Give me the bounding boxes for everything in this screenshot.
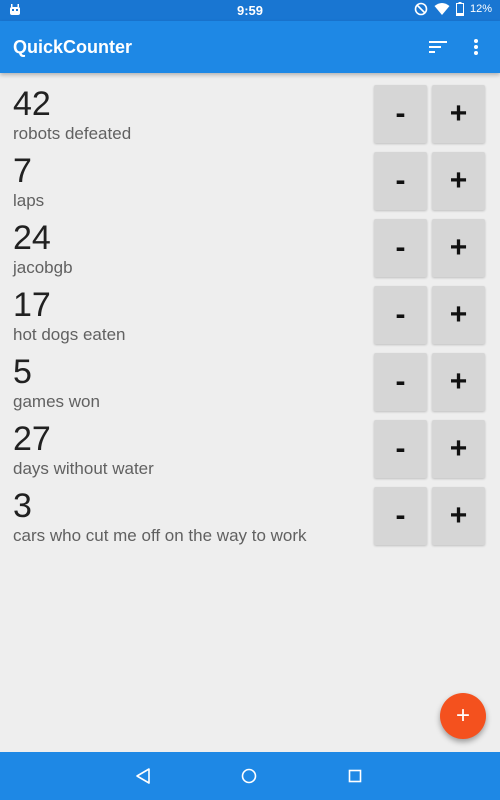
counter-value: 27 — [13, 420, 51, 458]
counter-value: 42 — [13, 85, 51, 123]
counter-value: 17 — [13, 286, 51, 324]
counter-value: 3 — [13, 487, 32, 525]
counter-row: 42 robots defeated - + — [0, 84, 500, 151]
status-icons: 12% — [414, 2, 492, 16]
counter-value: 7 — [13, 152, 32, 190]
decrement-button[interactable]: - — [374, 353, 427, 411]
app-title: QuickCounter — [13, 37, 133, 57]
counter-label[interactable]: games won — [13, 392, 100, 412]
increment-button[interactable]: + — [432, 286, 485, 344]
decrement-button[interactable]: - — [374, 152, 427, 210]
counter-row: 27 days without water - + — [0, 419, 500, 486]
increment-button[interactable]: + — [432, 487, 485, 545]
counter-label[interactable]: hot dogs eaten — [13, 325, 125, 345]
counter-label[interactable]: cars who cut me off on the way to work — [13, 526, 307, 546]
app-bar: QuickCounter — [0, 21, 500, 73]
decrement-button[interactable]: - — [374, 286, 427, 344]
increment-button[interactable]: + — [432, 85, 485, 143]
navigation-bar — [0, 752, 500, 800]
counter-label[interactable]: laps — [13, 191, 44, 211]
increment-button[interactable]: + — [432, 219, 485, 277]
wifi-icon — [434, 2, 450, 16]
status-bar: 9:59 12% — [0, 0, 500, 21]
increment-button[interactable]: + — [432, 152, 485, 210]
decrement-button[interactable]: - — [374, 85, 427, 143]
counter-row: 5 games won - + — [0, 352, 500, 419]
counter-row: 24 jacobgb - + — [0, 218, 500, 285]
counter-label[interactable]: robots defeated — [13, 124, 131, 144]
home-icon[interactable] — [237, 764, 261, 788]
counter-row: 17 hot dogs eaten - + — [0, 285, 500, 352]
counter-row: 3 cars who cut me off on the way to work… — [0, 486, 500, 553]
decrement-button[interactable]: - — [374, 420, 427, 478]
more-vert-icon[interactable] — [464, 35, 488, 59]
counter-value: 24 — [13, 219, 51, 257]
recents-icon[interactable] — [343, 764, 367, 788]
decrement-button[interactable]: - — [374, 487, 427, 545]
battery-percent: 12% — [469, 3, 492, 15]
counter-label[interactable]: days without water — [13, 459, 154, 479]
decrement-button[interactable]: - — [374, 219, 427, 277]
increment-button[interactable]: + — [432, 420, 485, 478]
counter-value: 5 — [13, 353, 32, 391]
back-icon[interactable] — [131, 764, 155, 788]
increment-button[interactable]: + — [432, 353, 485, 411]
counter-list: 42 robots defeated - + 7 laps - + 24 jac… — [0, 84, 500, 553]
counter-label[interactable]: jacobgb — [13, 258, 73, 278]
add-counter-button[interactable]: + — [440, 693, 486, 739]
sort-icon[interactable] — [426, 35, 450, 59]
counter-row: 7 laps - + — [0, 151, 500, 218]
battery-icon — [455, 2, 464, 16]
app-actions — [426, 35, 488, 59]
do-not-disturb-icon — [414, 2, 428, 16]
